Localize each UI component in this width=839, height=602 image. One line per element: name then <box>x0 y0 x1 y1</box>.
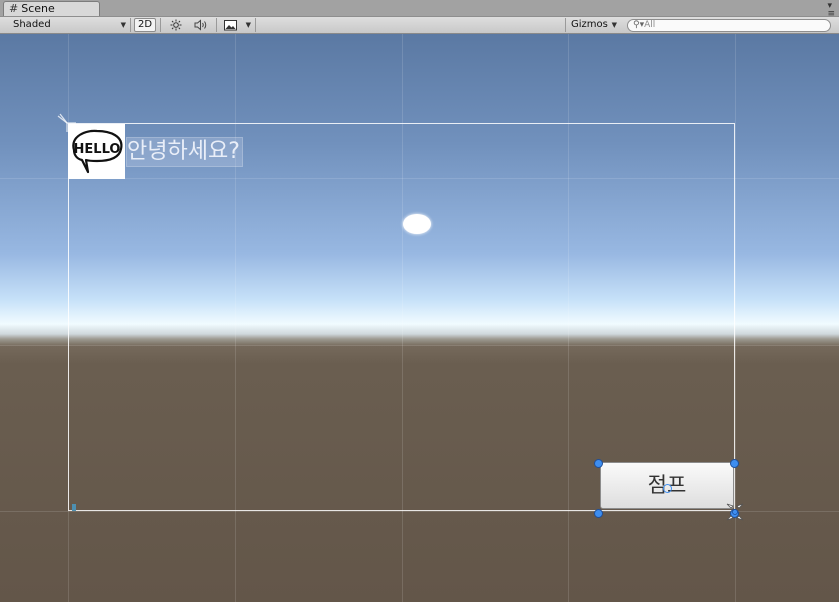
chevron-down-icon: ▼ <box>611 21 617 29</box>
gizmos-dropdown[interactable]: Gizmos ▼ <box>568 17 620 33</box>
effects-dropdown[interactable]: ▼ <box>220 17 254 33</box>
toolbar-divider <box>130 18 131 32</box>
anchor-marker <box>72 504 76 511</box>
rect-pivot-icon <box>57 113 76 132</box>
greeting-text[interactable]: 안녕하세요? <box>126 137 243 167</box>
toolbar-divider <box>160 18 161 32</box>
search-icon: ⚲▾ <box>633 20 645 30</box>
chevron-down-icon: ▼ <box>245 21 251 29</box>
sun-icon <box>170 19 182 31</box>
tab-scene[interactable]: # Scene <box>3 1 100 16</box>
toolbar-divider <box>255 18 256 32</box>
anchor-icon[interactable] <box>724 501 746 523</box>
resize-handle-top-left[interactable] <box>594 459 603 468</box>
gizmos-label: Gizmos <box>571 19 608 30</box>
scene-viewport[interactable]: HELLO 안녕하세요? 점프 <box>0 34 839 602</box>
canvas-bounds <box>68 123 735 511</box>
lighting-toggle-button[interactable] <box>166 17 186 33</box>
mode-2d-label: 2D <box>137 19 153 30</box>
scene-toolbar: Shaded ▼ 2D ▼ Gizmos ▼ ⚲▾All <box>0 17 839 34</box>
search-input[interactable]: ⚲▾All <box>627 19 831 32</box>
chevron-down-icon: ▼ <box>120 21 126 29</box>
pivot-circle-icon[interactable] <box>663 484 672 493</box>
image-icon <box>224 20 237 31</box>
draw-mode-label: Shaded <box>13 19 51 30</box>
mode-2d-button[interactable]: 2D <box>134 18 156 32</box>
tab-bar: # Scene ▾ ≡ <box>0 0 839 19</box>
toolbar-divider <box>216 18 217 32</box>
toolbar-divider <box>565 18 566 32</box>
window-menu-icon[interactable]: ▾ ≡ <box>827 2 835 19</box>
draw-mode-dropdown[interactable]: Shaded ▼ <box>8 17 129 33</box>
grid-hash-icon: # <box>9 2 19 15</box>
resize-handle-top-right[interactable] <box>730 459 739 468</box>
search-placeholder: All <box>644 20 656 30</box>
audio-toggle-button[interactable] <box>190 17 212 33</box>
hello-image-text: HELLO <box>74 142 121 157</box>
tab-scene-label: Scene <box>21 2 55 15</box>
resize-handle-bottom-left[interactable] <box>594 509 603 518</box>
speaker-icon <box>194 19 207 31</box>
